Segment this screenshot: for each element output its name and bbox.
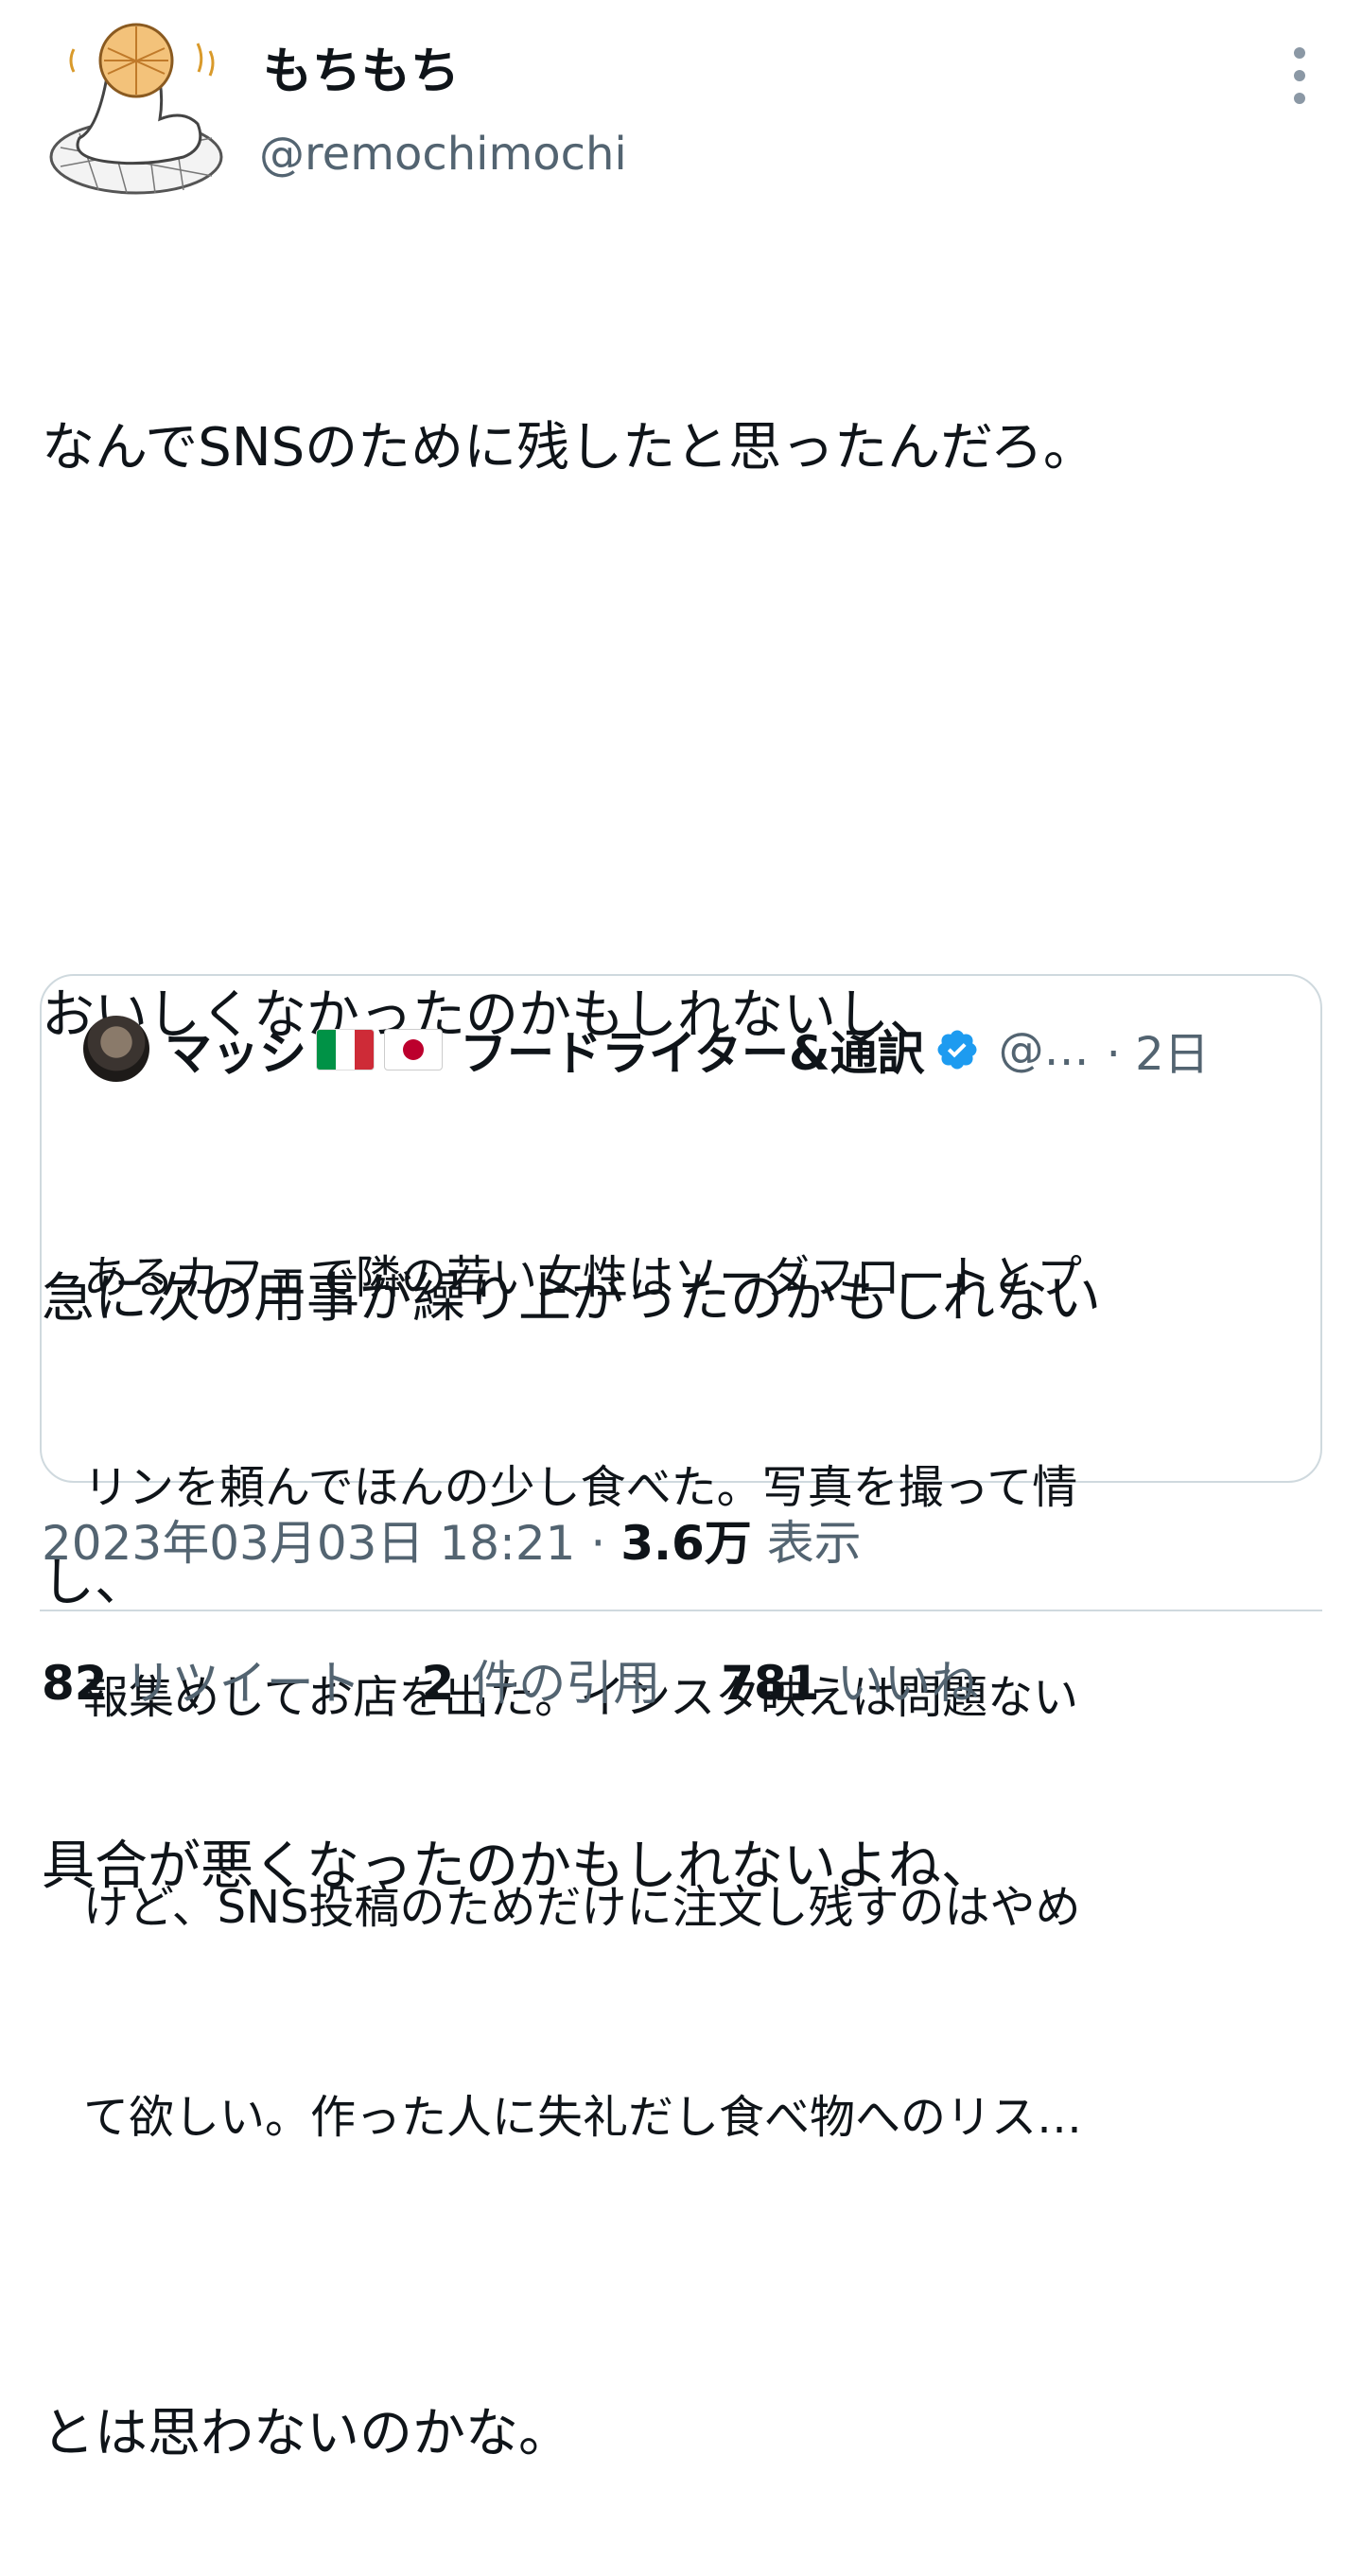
tweet-line: なんでSNSのために残したと思ったんだろ。	[42, 417, 1096, 479]
tweet-meta: 2023年03月03日 18:21 · 3.6万 表示	[42, 1506, 862, 1581]
mochi-avatar-icon	[49, 23, 223, 195]
quotes-count: 2	[421, 1656, 455, 1711]
verified-badge-icon	[937, 1030, 977, 1070]
author-display-name[interactable]: もちもち	[263, 34, 460, 110]
quoted-line: けど、SNS投稿のためだけに注文し残すのはやめ	[83, 1881, 1081, 1934]
italy-flag-icon	[316, 1029, 375, 1070]
views-count: 3.6万	[620, 1516, 752, 1571]
tweet-line: とは思わないのかな。	[42, 2403, 571, 2464]
quoted-tweet-header: マッシ フードライター&通訳 @… · 2日	[165, 1014, 1300, 1086]
quoted-tweet-card[interactable]: マッシ フードライター&通訳 @… · 2日 あるカフェで隣の若い女性はソーダフ…	[40, 974, 1322, 2144]
retweets-count: 82	[42, 1656, 108, 1711]
tweet-line	[42, 685, 1328, 779]
tweet-datetime[interactable]: 2023年03月03日 18:21	[42, 1516, 575, 1571]
dot-icon	[1294, 70, 1305, 81]
quoted-tweet-time[interactable]: · 2日	[1107, 1017, 1210, 1083]
engagement-stats: 82 リツイート 2 件の引用 781 いいね	[42, 1645, 1024, 1721]
retweets-label: リツイート	[124, 1656, 361, 1711]
quoted-author-name[interactable]: マッシ	[165, 1016, 306, 1084]
quoted-author-name-suffix[interactable]: フードライター&通訳	[460, 1016, 925, 1084]
quoted-author-avatar[interactable]	[83, 1016, 149, 1082]
quoted-author-handle[interactable]: @…	[999, 1023, 1090, 1076]
japan-flag-icon	[384, 1029, 443, 1070]
quoted-line: あるカフェで隣の若い女性はソーダフロートとプ	[83, 1251, 1083, 1304]
divider	[40, 1610, 1322, 1611]
likes-label: いいね	[836, 1656, 979, 1711]
more-options-icon[interactable]	[1281, 47, 1318, 104]
meta-separator: ·	[590, 1516, 606, 1571]
views-label: 表示	[766, 1516, 862, 1571]
quotes-stat[interactable]: 2 件の引用	[422, 1645, 661, 1721]
dot-icon	[1294, 93, 1305, 104]
likes-count: 781	[721, 1656, 820, 1711]
author-avatar[interactable]	[42, 15, 231, 204]
dot-icon	[1294, 47, 1305, 59]
quotes-label: 件の引用	[471, 1656, 661, 1711]
author-handle[interactable]: @remochimochi	[259, 121, 627, 187]
likes-stat[interactable]: 781 いいね	[721, 1645, 978, 1721]
quoted-line: て欲しい。作った人に失礼だし食べ物へのリス…	[83, 2091, 1083, 2144]
retweets-stat[interactable]: 82 リツイート	[42, 1645, 361, 1721]
